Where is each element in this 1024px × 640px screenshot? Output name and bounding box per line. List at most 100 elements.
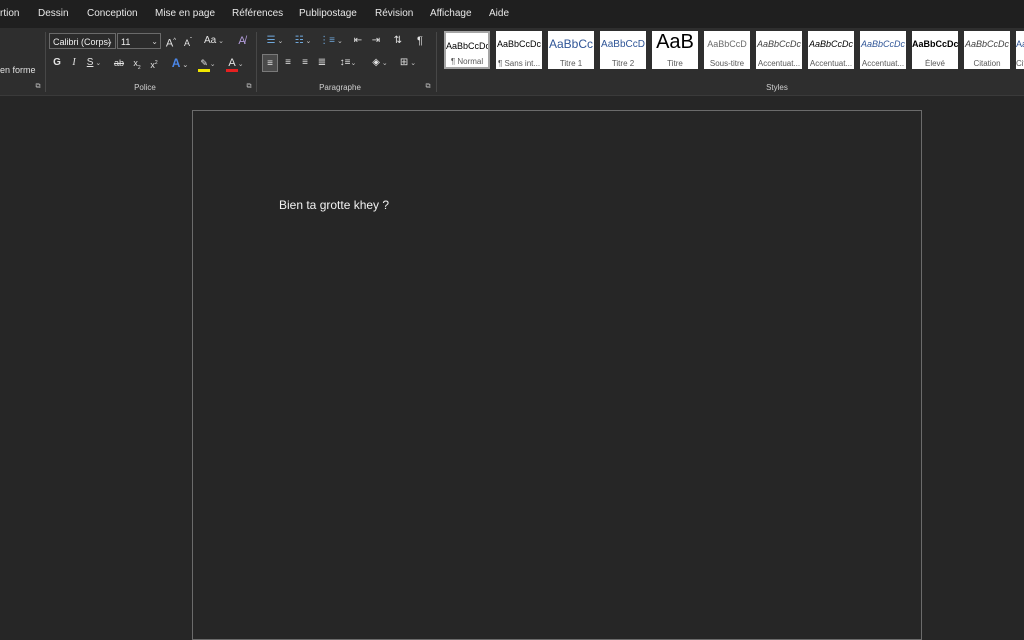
style-accentuation[interactable]: AaBbCcDc Accentuat... xyxy=(808,31,854,69)
styles-gallery: AaBbCcDc ¶ Normal AaBbCcDc ¶ Sans int...… xyxy=(441,28,1024,80)
style-accentuation-legere[interactable]: AaBbCcDc Accentuat... xyxy=(756,31,802,69)
tab-references[interactable]: Références xyxy=(232,8,283,19)
italic-button[interactable]: I xyxy=(68,54,80,72)
style-name: Titre 2 xyxy=(611,59,635,68)
text-effects-button[interactable]: A ⌄ xyxy=(168,54,192,72)
font-color-bar xyxy=(226,69,238,72)
font-launcher-icon[interactable]: ⧉ xyxy=(245,83,253,91)
sort-icon: ⇅ xyxy=(393,35,403,46)
align-left-icon: ≡ xyxy=(267,58,273,69)
style-sans-interligne[interactable]: AaBbCcDc ¶ Sans int... xyxy=(496,31,542,69)
shading-button[interactable]: ◈ ⌄ xyxy=(368,54,392,72)
clear-formatting-button[interactable]: A̸ xyxy=(234,32,250,50)
chevron-down-icon: ⌄ xyxy=(106,37,113,46)
paint-bucket-icon: ◈ xyxy=(372,57,380,68)
clipboard-launcher-icon[interactable]: ⧉ xyxy=(34,83,42,91)
subscript-button[interactable]: x2 xyxy=(131,54,143,72)
style-sample: AaBbCcDc xyxy=(496,39,541,49)
tab-insertion[interactable]: rtion xyxy=(0,8,19,19)
group-separator xyxy=(436,32,437,92)
sort-button[interactable]: ⇅ xyxy=(390,32,406,50)
style-name: Accentuat... xyxy=(809,59,853,68)
group-separator xyxy=(45,32,46,92)
style-titre-2[interactable]: AaBbCcD Titre 2 xyxy=(600,31,646,69)
grow-font-button[interactable]: A^ xyxy=(164,32,178,50)
style-titre[interactable]: AaB Titre xyxy=(652,31,698,69)
bold-button[interactable]: G xyxy=(51,54,63,72)
style-sample: AaBbCcDc xyxy=(446,41,488,51)
style-accentuation-intense[interactable]: AaBbCcDc Accentuat... xyxy=(860,31,906,69)
justify-icon: ≣ xyxy=(317,57,327,68)
change-case-icon: Aa xyxy=(203,35,217,46)
style-titre-1[interactable]: AaBbCc Titre 1 xyxy=(548,31,594,69)
font-size-combo[interactable]: 11 ⌄ xyxy=(117,33,161,49)
tab-aide[interactable]: Aide xyxy=(489,8,509,19)
align-left-button[interactable]: ≡ xyxy=(262,54,278,72)
tab-dessin[interactable]: Dessin xyxy=(38,8,69,19)
highlighter-icon: ✎ xyxy=(200,58,208,68)
paragraph-group-label: Paragraphe xyxy=(319,83,361,92)
line-spacing-button[interactable]: ↕≡⌄ xyxy=(336,54,360,72)
style-sample: AaBbCcDc xyxy=(808,39,853,49)
borders-button[interactable]: ⊞ ⌄ xyxy=(396,54,420,72)
format-painter-button[interactable]: en forme xyxy=(0,65,36,75)
highlight-color-bar xyxy=(198,69,210,72)
font-group-label: Police xyxy=(134,83,156,92)
style-eleve[interactable]: AaBbCcDc Élevé xyxy=(912,31,958,69)
styles-group-label: Styles xyxy=(766,83,788,92)
style-citation[interactable]: AaBbCcDc Citation xyxy=(964,31,1010,69)
tab-mise-en-page[interactable]: Mise en page xyxy=(155,8,215,19)
font-name-combo[interactable]: Calibri (Corps) ⌄ xyxy=(49,33,116,49)
style-sample: AaBbCcDc xyxy=(1016,39,1024,49)
font-color-button[interactable]: A ⌄ xyxy=(224,54,248,72)
style-name: Accentuat... xyxy=(861,59,905,68)
style-sample: AaBbCcD xyxy=(707,39,747,49)
tab-conception[interactable]: Conception xyxy=(87,8,138,19)
style-sample: AaB xyxy=(656,31,694,53)
font-color-icon: A xyxy=(228,57,236,69)
numbering-button[interactable]: ☷ ⌄ xyxy=(290,32,316,50)
align-center-icon: ≡ xyxy=(285,57,291,68)
bullets-icon: ☰ xyxy=(266,35,276,46)
style-name: Titre 1 xyxy=(559,59,583,68)
strikethrough-icon: ab xyxy=(113,58,124,68)
document-page[interactable]: Bien ta grotte khey ? xyxy=(192,110,922,640)
shrink-font-button[interactable]: Aˇ xyxy=(181,32,195,50)
style-normal[interactable]: AaBbCcDc ¶ Normal xyxy=(444,31,490,69)
change-case-button[interactable]: Aa ⌄ xyxy=(202,32,226,50)
multilevel-list-button[interactable]: ⋮≡ ⌄ xyxy=(318,32,344,50)
increase-indent-button[interactable]: ⇥ xyxy=(368,32,384,50)
style-name: Cit xyxy=(1016,59,1024,68)
tab-revision[interactable]: Révision xyxy=(375,8,413,19)
show-formatting-button[interactable]: ¶ xyxy=(412,32,428,50)
strikethrough-button[interactable]: ab xyxy=(111,54,127,72)
align-right-button[interactable]: ≡ xyxy=(297,54,313,72)
clear-formatting-icon: A̸ xyxy=(238,35,246,47)
superscript-button[interactable]: x2 xyxy=(148,54,160,72)
bold-icon: G xyxy=(53,57,61,68)
style-sample: AaBbCc xyxy=(548,37,594,51)
style-name: Titre xyxy=(667,59,683,68)
style-citation-intense[interactable]: AaBbCcDc Cit xyxy=(1016,31,1024,69)
style-name: Accentuat... xyxy=(757,59,801,68)
multilevel-list-icon: ⋮≡ xyxy=(319,35,336,46)
underline-button[interactable]: S ⌄ xyxy=(84,54,104,72)
style-sous-titre[interactable]: AaBbCcD Sous-titre xyxy=(704,31,750,69)
font-name-value: Calibri (Corps) xyxy=(53,37,112,47)
group-separator xyxy=(256,32,257,92)
decrease-indent-icon: ⇤ xyxy=(353,35,363,46)
document-paragraph[interactable]: Bien ta grotte khey ? xyxy=(279,198,389,212)
numbering-icon: ☷ xyxy=(294,35,304,46)
style-name: ¶ Normal xyxy=(450,57,484,66)
decrease-indent-button[interactable]: ⇤ xyxy=(350,32,366,50)
tab-publipostage[interactable]: Publipostage xyxy=(299,8,357,19)
paragraph-launcher-icon[interactable]: ⧉ xyxy=(424,83,432,91)
align-center-button[interactable]: ≡ xyxy=(280,54,296,72)
highlight-button[interactable]: ✎ ⌄ xyxy=(196,54,220,72)
style-name: ¶ Sans int... xyxy=(497,59,541,68)
style-sample: AaBbCcDc xyxy=(912,39,958,49)
justify-button[interactable]: ≣ xyxy=(314,54,330,72)
chevron-down-icon: ⌄ xyxy=(151,37,158,46)
bullets-button[interactable]: ☰ ⌄ xyxy=(262,32,288,50)
tab-affichage[interactable]: Affichage xyxy=(430,8,472,19)
